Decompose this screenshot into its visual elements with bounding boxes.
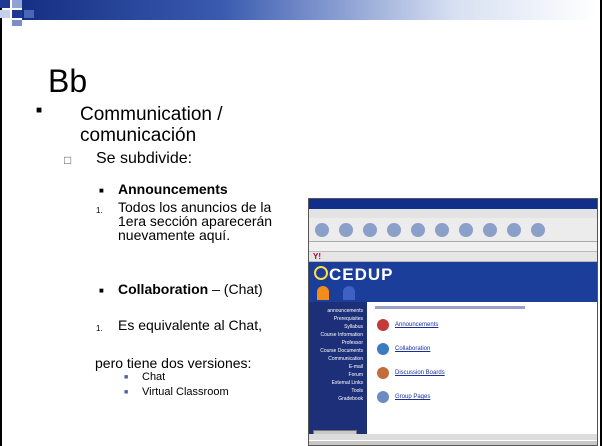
virtual-classroom-version: Virtual Classroom bbox=[142, 386, 229, 398]
hollow-square-bullet-icon: □ bbox=[64, 153, 72, 167]
brand-name: CEDUP bbox=[329, 265, 394, 284]
home-icon bbox=[411, 222, 425, 237]
mail-icon bbox=[507, 222, 521, 237]
collaboration-icon bbox=[377, 343, 389, 355]
back-icon bbox=[315, 222, 329, 237]
square-bullet-icon: ■ bbox=[36, 105, 43, 116]
search-icon bbox=[435, 222, 449, 237]
refresh-icon bbox=[387, 222, 401, 237]
nav-item: External Links bbox=[331, 380, 363, 386]
breadcrumb bbox=[375, 306, 525, 309]
course-sidenav: announcements Prerequisites Syllabus Cou… bbox=[309, 302, 367, 434]
group-pages-icon bbox=[377, 391, 389, 403]
links-bar: Y! bbox=[309, 252, 597, 262]
top-decorative-bar bbox=[22, 0, 597, 20]
nav-item: Prerequisites bbox=[333, 316, 363, 322]
level1-text: Communication / comunicación bbox=[80, 104, 223, 146]
nav-item: Professor bbox=[341, 340, 363, 346]
announcements-description: Todos los anuncios de la 1era sección ap… bbox=[118, 199, 273, 243]
nav-item: Communication bbox=[328, 356, 363, 362]
square-bullet-icon: ■ bbox=[99, 286, 104, 295]
forward-icon bbox=[339, 222, 353, 237]
announcements-item: Announcements bbox=[118, 181, 228, 197]
browser-toolbar bbox=[309, 218, 597, 242]
browser-menubar bbox=[309, 209, 597, 218]
chat-version: Chat bbox=[142, 371, 166, 383]
collaboration-label: Collaboration bbox=[118, 281, 209, 297]
announcements-icon bbox=[377, 319, 389, 331]
windows-taskbar bbox=[309, 440, 597, 445]
tab-my-institution bbox=[317, 286, 329, 300]
collaboration-item: Collaboration – (Chat) bbox=[118, 282, 298, 296]
nav-item: Tools bbox=[351, 388, 363, 394]
discussion-boards-link: Discussion Boards bbox=[395, 370, 445, 376]
nav-item: Course Documents bbox=[320, 348, 363, 354]
discussion-boards-icon bbox=[377, 367, 389, 379]
chat-equivalent-text: Es equivalente al Chat, bbox=[118, 317, 262, 333]
square-bullet-icon: ■ bbox=[124, 389, 129, 396]
versions-text: pero tiene dos versiones: bbox=[95, 355, 252, 371]
collaboration-suffix: – (Chat) bbox=[208, 281, 263, 297]
square-bullet-icon: ■ bbox=[99, 186, 104, 195]
announcements-link: Announcements bbox=[395, 322, 439, 328]
print-icon bbox=[531, 222, 545, 237]
brand-logo-icon bbox=[314, 266, 328, 280]
corner-decoration bbox=[0, 0, 40, 26]
square-bullet-icon: ■ bbox=[124, 374, 129, 381]
nav-item: announcements bbox=[327, 308, 363, 314]
number-marker: 1. bbox=[96, 324, 103, 333]
nav-item: Gradebook bbox=[338, 396, 363, 402]
window-titlebar bbox=[309, 199, 597, 209]
nav-item: Syllabus bbox=[344, 324, 363, 330]
tab-courses bbox=[343, 286, 355, 300]
nav-item: Course Information bbox=[320, 332, 363, 338]
level2-text: Se subdivide: bbox=[96, 150, 193, 167]
slide-title: Bb bbox=[48, 63, 88, 99]
yahoo-icon: Y! bbox=[313, 252, 321, 261]
history-icon bbox=[483, 222, 497, 237]
blackboard-screenshot: Y! CEDUP announcements Prerequisites Syl… bbox=[308, 198, 598, 446]
nav-item: Forum bbox=[348, 372, 363, 378]
collaboration-link: Collaboration bbox=[395, 346, 431, 352]
favorites-icon bbox=[459, 222, 473, 237]
stop-icon bbox=[363, 222, 377, 237]
nav-item: E-mail bbox=[348, 364, 363, 370]
address-bar bbox=[309, 242, 597, 252]
group-pages-link: Group Pages bbox=[395, 394, 431, 400]
number-marker: 1. bbox=[96, 206, 103, 215]
